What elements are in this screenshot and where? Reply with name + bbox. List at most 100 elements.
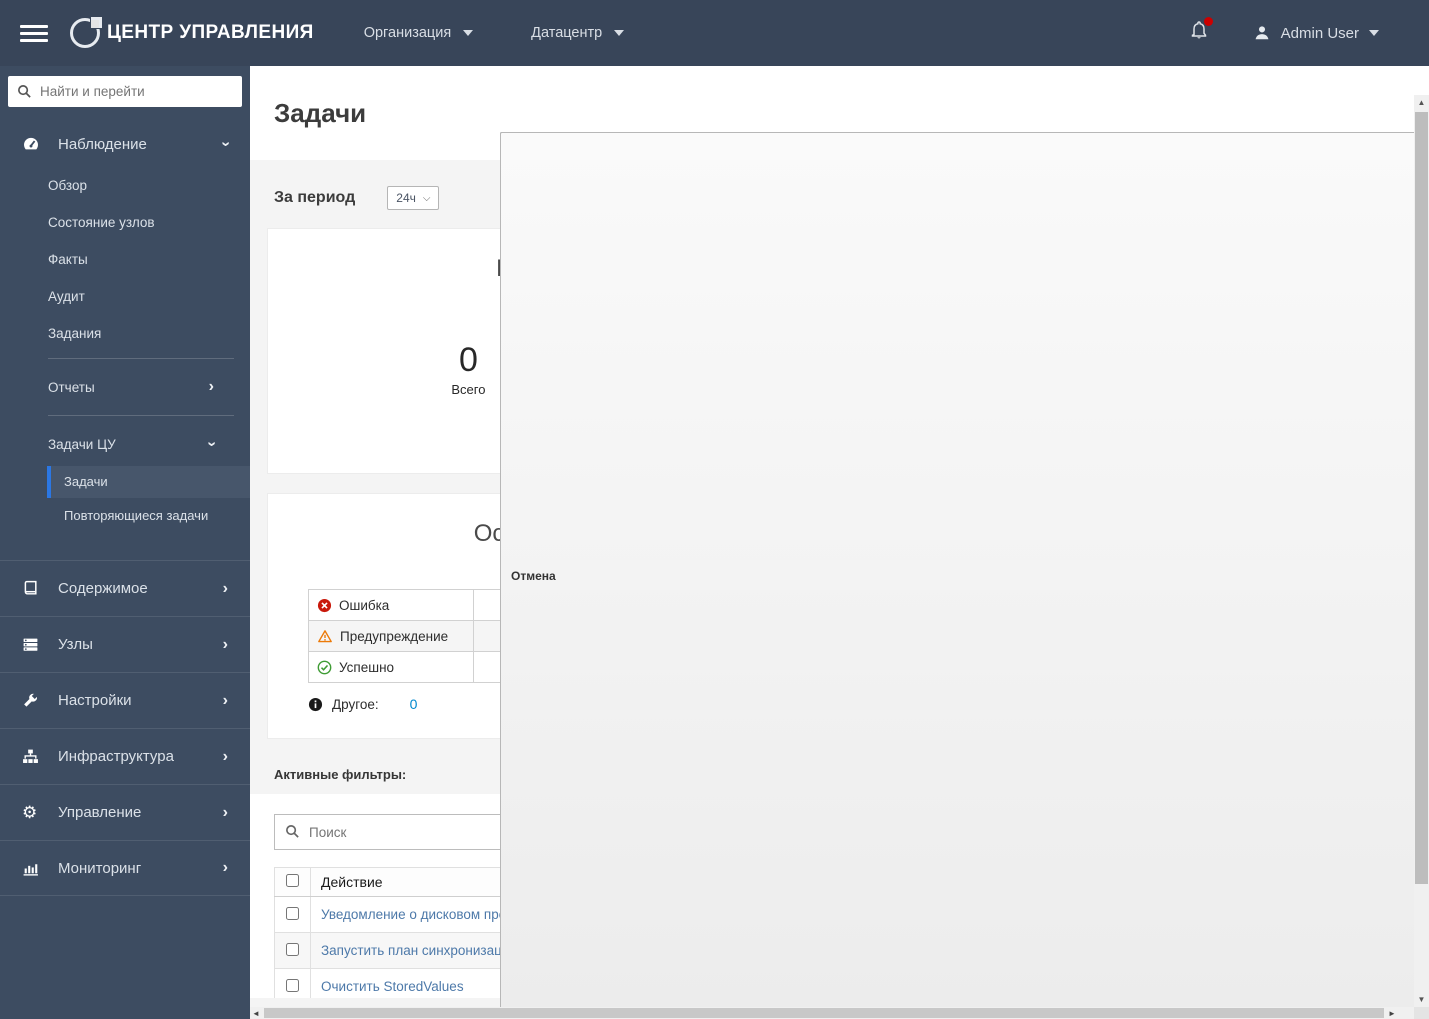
sidebar-item-recurring-tasks[interactable]: Повторяющиеся задачи [0,498,250,534]
task-link[interactable]: Запустить план синхронизации: [321,943,521,958]
scrollbar-corner [1414,1007,1429,1019]
scroll-left-arrow[interactable]: ◄ [250,1007,262,1019]
horizontal-scrollbar-thumb[interactable] [264,1008,1384,1018]
sidebar-item-label: Содержимое [58,580,148,597]
search-icon [286,825,299,838]
sidebar-item-label: Настройки [58,692,132,709]
running-total: 0 Всего [451,341,486,397]
gear-icon: ⚙ [22,803,38,822]
chevron-right-icon: › [222,859,228,876]
brand-logo-icon [70,16,103,48]
sidebar-item-label: Мониторинг [58,859,142,877]
notification-badge [1203,17,1213,26]
chevron-down-icon: ⌵ [422,192,431,204]
vertical-scrollbar-track[interactable]: ▲ ▼ [1414,95,1429,1007]
scroll-down-arrow[interactable]: ▼ [1414,992,1429,1007]
sidebar: Наблюдение › Обзор Состояние узлов Факты… [0,66,250,1019]
task-link[interactable]: Очистить StoredValues [321,979,464,994]
datacenter-menu[interactable]: Датацентр [531,25,625,41]
chevron-right-icon: › [222,803,228,821]
sidebar-item-label: Задачи ЦУ [48,436,116,452]
row-checkbox[interactable] [286,942,299,956]
brand[interactable]: ЦЕНТР УПРАВЛЕНИЯ [70,16,314,48]
warning-triangle-icon [318,629,332,642]
organization-menu-label: Организация [363,25,452,41]
sidebar-item-reports[interactable]: Отчеты › [0,365,250,409]
brand-title: ЦЕНТР УПРАВЛЕНИЯ [107,22,314,43]
divider [48,358,234,359]
sitemap-icon [22,748,48,765]
row-checkbox[interactable] [286,978,299,992]
sidebar-item-jobs[interactable]: Задания [0,315,250,352]
notifications-button[interactable] [1189,17,1213,46]
sidebar-sections: Содержимое › Узлы › Настройки › Инфрастр… [0,560,250,896]
stopped-other-link[interactable]: 0 [410,696,418,712]
wrench-icon [22,692,48,709]
book-icon [22,580,48,597]
chevron-down-icon [463,30,474,36]
navbar-menus: Организация Датацентр [363,25,625,41]
server-stack-icon [22,636,48,653]
period-label: За период [274,189,356,206]
chevron-right-icon: › [222,691,228,709]
scroll-right-arrow[interactable]: ► [1386,1007,1398,1019]
sidebar-item-administer[interactable]: ⚙ Управление › [0,784,250,840]
other-label: Другое: [332,696,379,712]
sidebar-item-label: Наблюдение [58,135,147,153]
datacenter-menu-label: Датацентр [531,25,603,41]
row-checkbox[interactable] [286,906,299,920]
chevron-down-icon [1369,30,1379,36]
chevron-right-icon: › [222,635,228,653]
sidebar-item-cc-tasks-group[interactable]: Задачи ЦУ › [0,422,250,466]
sidebar-item-tasks[interactable]: Задачи [47,466,250,498]
chevron-right-icon: › [222,579,228,597]
period-select[interactable]: 24ч ⌵ [387,186,440,210]
main-content: Задачи За период 24ч ⌵ Работает 0 Всего [250,66,1414,1019]
chevron-down-icon: › [217,141,235,147]
sidebar-item-content[interactable]: Содержимое › [0,560,250,616]
top-navbar: ЦЕНТР УПРАВЛЕНИЯ Организация Датацентр A… [0,0,1429,66]
sidebar-item-audit[interactable]: Аудит [0,278,250,315]
sidebar-item-monitoring[interactable]: Мониторинг › [0,840,250,896]
dashboard-gauge-icon [22,135,46,153]
application-window: ЦЕНТР УПРАВЛЕНИЯ Организация Датацентр A… [0,0,1429,1019]
horizontal-scrollbar[interactable]: ◄ ► [250,1007,1414,1019]
cancel-button[interactable]: Отмена [500,132,1414,1019]
sidebar-item-hosts[interactable]: Узлы › [0,616,250,672]
sidebar-item-settings[interactable]: Настройки › [0,672,250,728]
sidebar-item-label: Узлы [58,636,93,653]
hamburger-menu-icon[interactable] [20,21,48,46]
sidebar-item-infrastructure[interactable]: Инфраструктура › [0,728,250,784]
user-name: Admin User [1280,24,1359,42]
chevron-right-icon: › [208,378,214,395]
chevron-down-icon: › [203,441,221,447]
navbar-right: Admin User [1189,17,1429,46]
sidebar-item-label: Инфраструктура [58,748,174,765]
select-all-checkbox[interactable] [286,874,299,887]
sidebar-item-overview[interactable]: Обзор [0,167,250,204]
period-value: 24ч [396,191,416,205]
sidebar-item-facts[interactable]: Факты [0,241,250,278]
search-icon [18,85,31,98]
sidebar-item-host-status[interactable]: Состояние узлов [0,204,250,241]
chevron-down-icon [614,30,625,36]
sidebar-search-input[interactable] [8,76,242,107]
sidebar-search [8,76,242,107]
scroll-up-arrow[interactable]: ▲ [1414,95,1429,110]
user-menu[interactable]: Admin User [1253,24,1379,42]
tasks-panel: → Обновить данные [250,132,1414,1019]
chevron-right-icon: › [222,747,228,765]
error-circle-icon [317,598,332,612]
vertical-scrollbar: ▲ ▼ [1414,66,1429,1019]
sidebar-item-monitoring-group[interactable]: Наблюдение › [0,121,250,167]
page-title: Задачи [274,97,367,128]
organization-menu[interactable]: Организация [363,25,474,41]
divider [48,415,234,416]
info-circle-icon [308,697,323,711]
bar-chart-icon [22,860,48,877]
sidebar-item-label: Управление [58,804,142,821]
tasks-table: Действие Состояние Результат Время начал… [274,132,1414,1019]
sidebar-item-label: Отчеты [48,379,95,395]
success-circle-icon [317,660,332,674]
vertical-scrollbar-thumb[interactable] [1415,112,1428,884]
